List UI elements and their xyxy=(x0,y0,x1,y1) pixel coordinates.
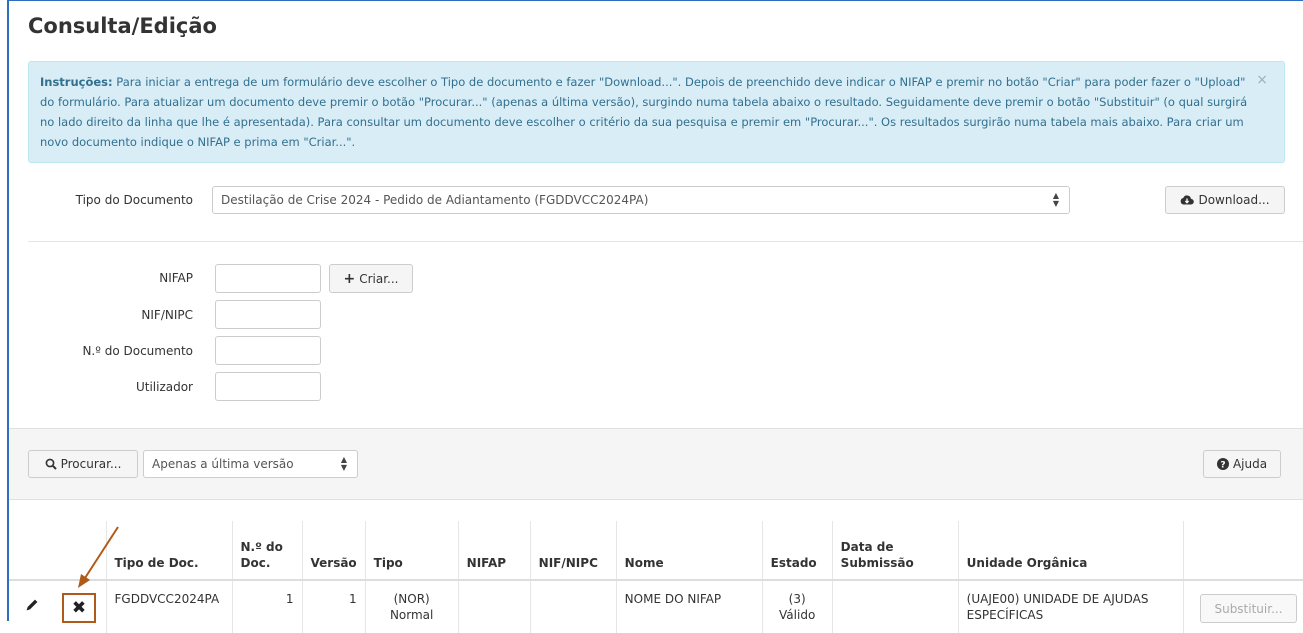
create-button[interactable]: + Criar... xyxy=(329,264,413,293)
question-circle-icon: ? xyxy=(1216,458,1229,470)
cell-doc-num: 1 xyxy=(231,580,302,633)
cell-nif xyxy=(529,580,617,633)
doc-type-selected: Destilação de Crise 2024 - Pedido de Adi… xyxy=(221,193,649,207)
col-doc-type: Tipo de Doc. xyxy=(105,521,232,581)
download-label: Download... xyxy=(1198,193,1270,207)
cell-submit-date xyxy=(831,580,959,633)
col-unit: Unidade Orgânica xyxy=(957,521,1184,581)
table-header-row: Tipo de Doc. N.º do Doc. Versão Tipo NIF… xyxy=(9,521,1303,581)
plus-icon: + xyxy=(343,270,356,287)
instructions-alert: Instruções: Para iniciar a entrega de um… xyxy=(28,61,1285,163)
window-frame-top xyxy=(7,0,1303,1)
cell-unit: (UAJE00) UNIDADE DE AJUDAS ESPECÍFICAS xyxy=(957,580,1184,633)
close-icon[interactable]: × xyxy=(1256,70,1268,90)
user-label: Utilizador xyxy=(135,380,193,394)
table-row: FGDDVCC2024PA 1 1 (NOR) Normal NOME DO N… xyxy=(9,580,1303,633)
col-version: Versão xyxy=(301,521,366,581)
select-caret-icon: ▲ ▼ xyxy=(340,455,347,472)
version-selected: Apenas a última versão xyxy=(152,457,294,471)
cell-state: (3) Válido xyxy=(761,580,833,633)
col-nifap: NIFAP xyxy=(457,521,531,581)
alert-text: Para iniciar a entrega de um formulário … xyxy=(40,75,1248,149)
nifap-input[interactable] xyxy=(215,264,321,293)
nif-input[interactable] xyxy=(215,300,321,329)
divider xyxy=(28,241,1303,242)
version-select[interactable]: Apenas a última versão ▲ ▼ xyxy=(143,450,358,478)
user-input[interactable] xyxy=(215,372,321,401)
delete-icon[interactable]: ✖ xyxy=(62,593,96,623)
select-caret-icon: ▲ ▼ xyxy=(1052,191,1059,208)
nifap-label: NIFAP xyxy=(159,271,193,285)
col-type: Tipo xyxy=(364,521,459,581)
pencil-icon[interactable] xyxy=(24,597,40,613)
col-name: Nome xyxy=(615,521,763,581)
col-replace xyxy=(1182,521,1303,581)
page-title: Consulta/Edição xyxy=(28,14,217,38)
col-nif: NIF/NIPC xyxy=(529,521,617,581)
replace-button[interactable]: Substituir... xyxy=(1200,594,1297,623)
cloud-download-icon xyxy=(1181,195,1195,205)
cell-doc-type: FGDDVCC2024PA xyxy=(105,580,232,633)
results-table: Tipo de Doc. N.º do Doc. Versão Tipo NIF… xyxy=(9,521,1303,633)
search-label: Procurar... xyxy=(60,457,122,471)
doc-number-input[interactable] xyxy=(215,336,321,365)
cell-name: NOME DO NIFAP xyxy=(615,580,763,633)
alert-label: Instruções: xyxy=(40,75,113,89)
create-label: Criar... xyxy=(359,271,399,286)
col-doc-num: N.º do Doc. xyxy=(231,521,302,581)
cell-type: (NOR) Normal xyxy=(364,580,459,633)
col-submit-date: Data de Submissão xyxy=(831,521,959,581)
doc-number-label: N.º do Documento xyxy=(82,344,193,358)
doc-type-select[interactable]: Destilação de Crise 2024 - Pedido de Adi… xyxy=(212,186,1070,214)
search-button[interactable]: Procurar... xyxy=(28,450,138,478)
doc-type-label: Tipo do Documento xyxy=(75,193,193,207)
svg-text:?: ? xyxy=(1220,460,1225,470)
col-state: Estado xyxy=(761,521,833,581)
cell-version: 1 xyxy=(301,580,366,633)
help-label: Ajuda xyxy=(1232,457,1268,471)
search-icon xyxy=(45,458,57,470)
help-button[interactable]: ? Ajuda xyxy=(1203,450,1281,478)
cell-nifap xyxy=(457,580,531,633)
col-actions xyxy=(9,521,106,581)
nif-label: NIF/NIPC xyxy=(141,308,193,322)
download-button[interactable]: Download... xyxy=(1165,186,1285,214)
